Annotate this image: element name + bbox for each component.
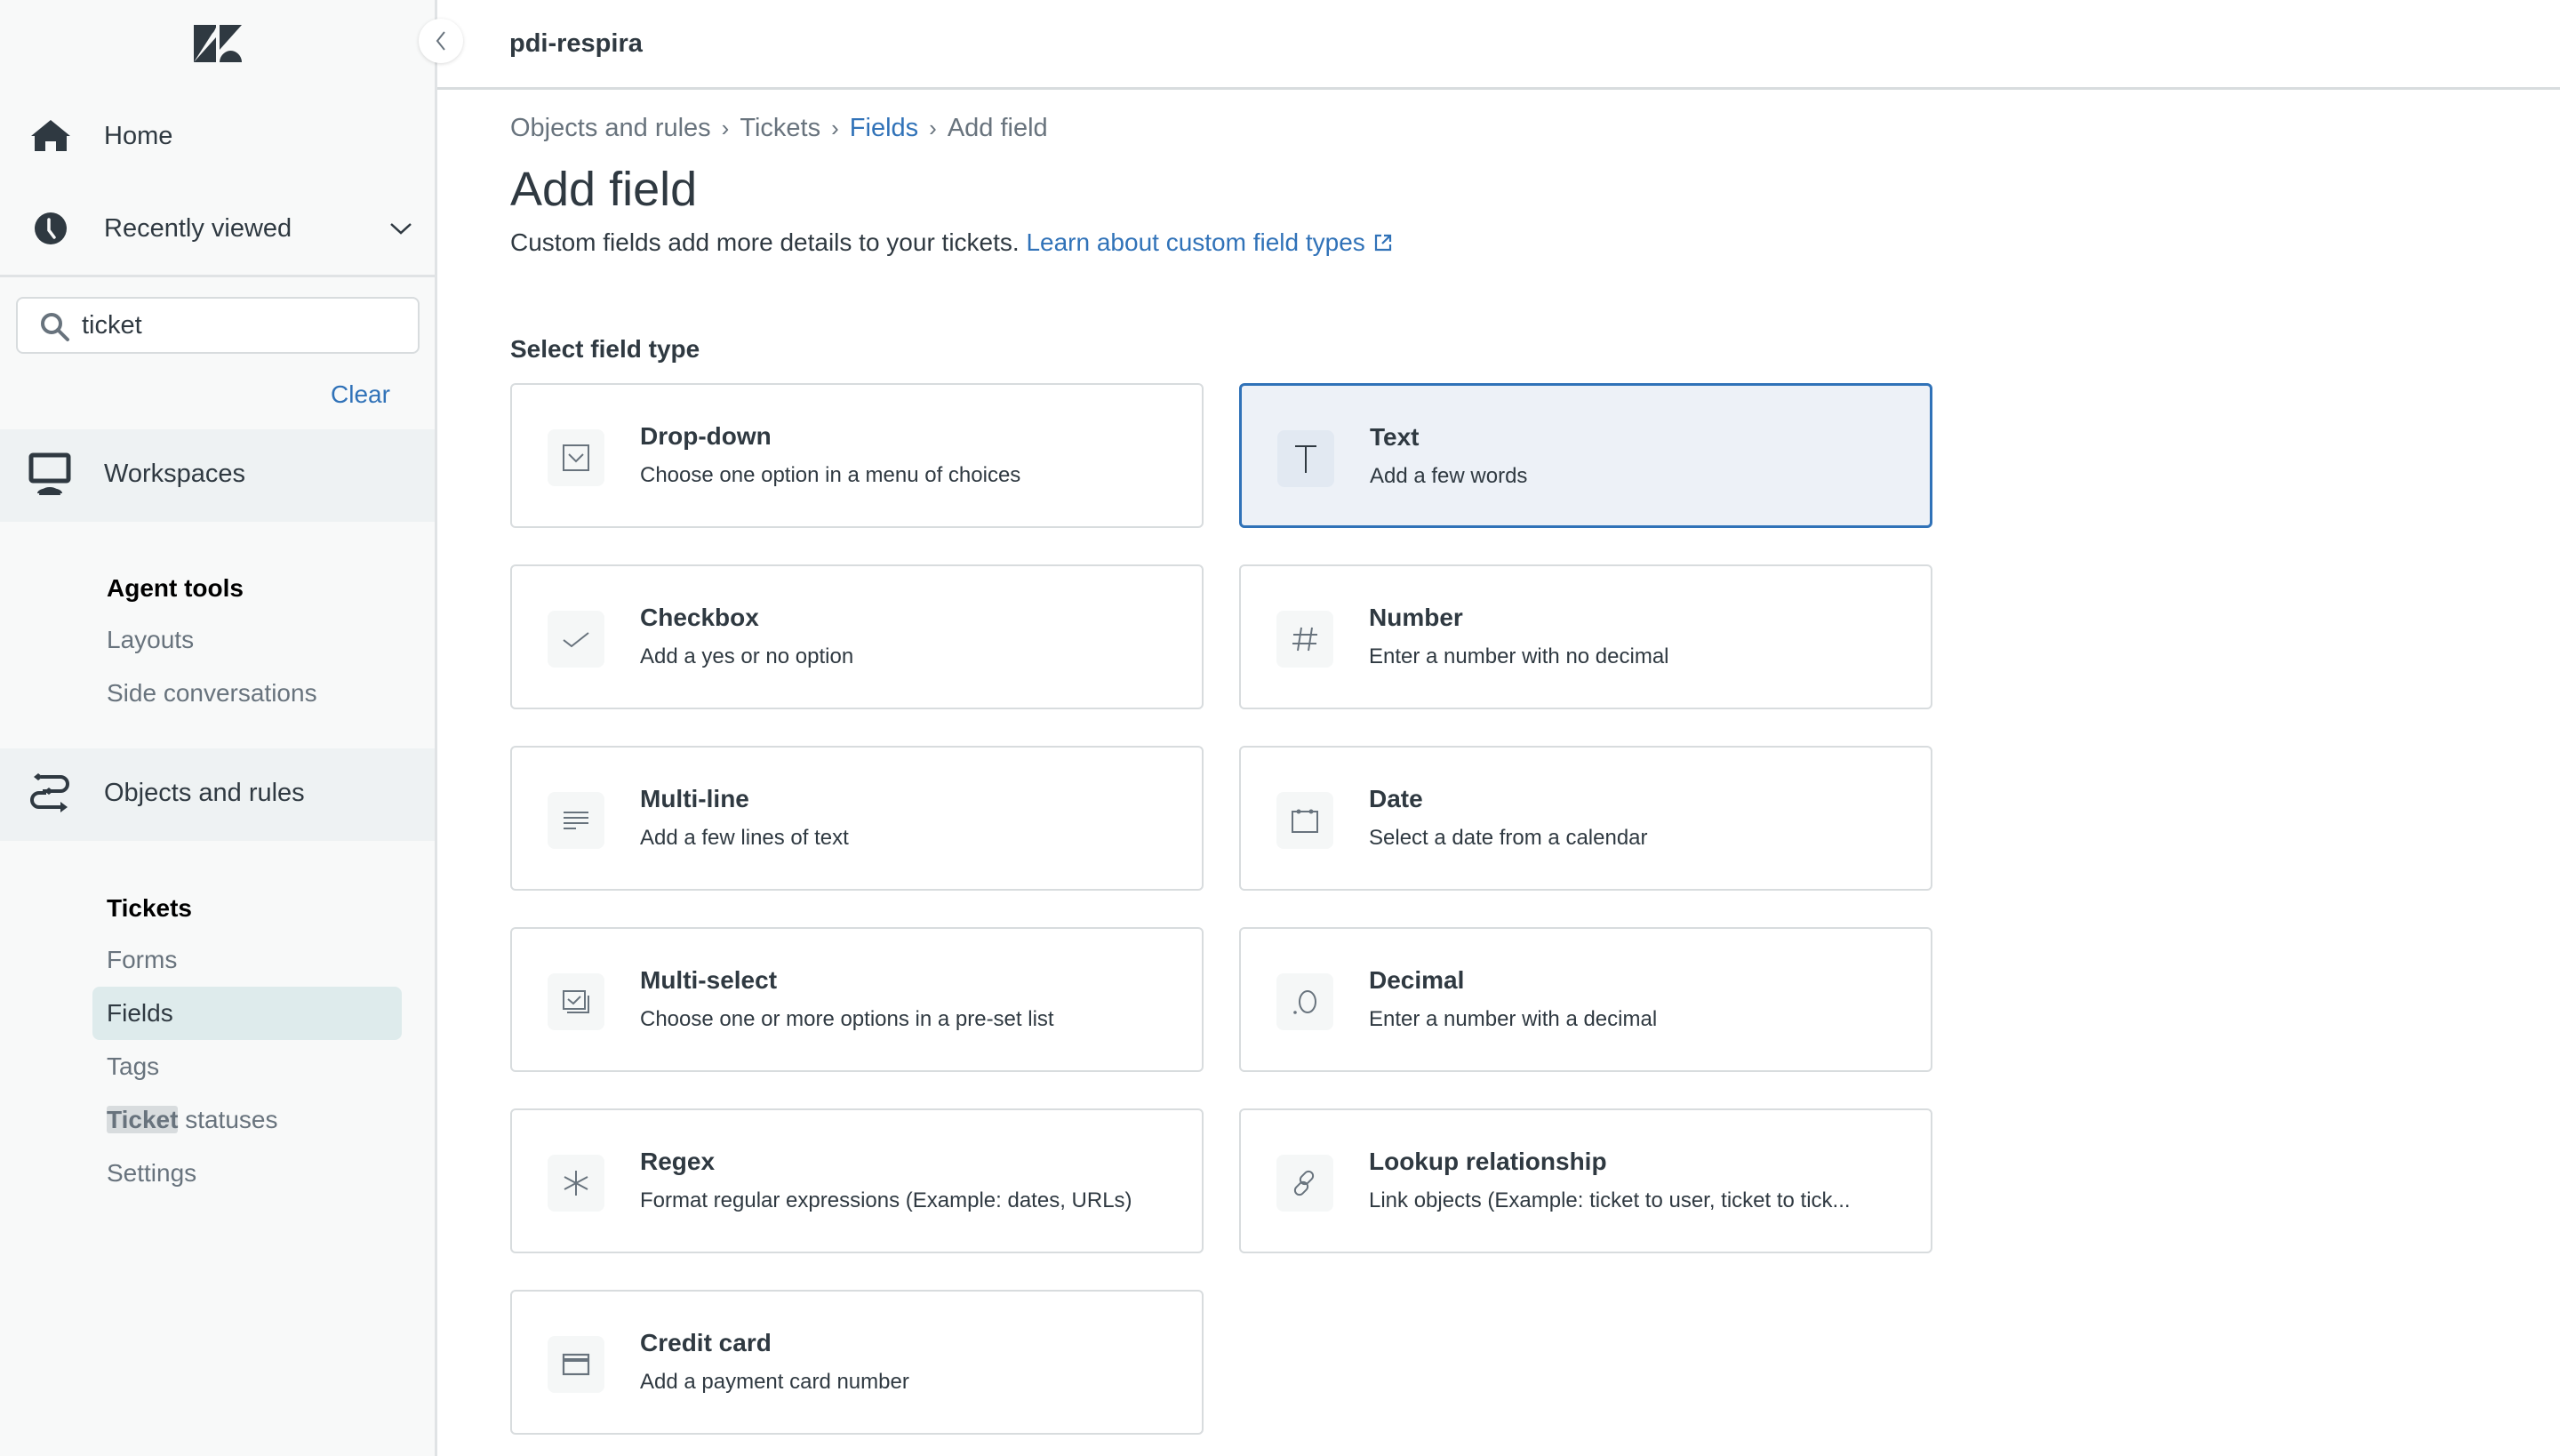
nav-recently-viewed[interactable]: Recently viewed xyxy=(0,193,435,264)
sidebar: Home Recently viewed Clear Workspaces Ag… xyxy=(0,0,437,1456)
calendar-icon xyxy=(1276,792,1333,849)
field-type-card-date[interactable]: Date Select a date from a calendar xyxy=(1239,746,1932,891)
nav-workspaces-label: Workspaces xyxy=(104,460,246,488)
field-type-card-checkbox[interactable]: Checkbox Add a yes or no option xyxy=(510,564,1204,709)
text-icon xyxy=(1277,430,1334,487)
field-type-description: Choose one option in a menu of choices xyxy=(640,463,1021,487)
field-type-card-lookup-relationship[interactable]: Lookup relationship Link objects (Example… xyxy=(1239,1108,1932,1253)
link-icon xyxy=(1276,1155,1333,1212)
checkmark-icon xyxy=(548,611,604,668)
field-type-card-text[interactable]: Text Add a few words xyxy=(1239,383,1932,528)
agent-tools-heading: Agent tools xyxy=(107,574,244,602)
multiline-icon xyxy=(548,792,604,849)
sidebar-divider xyxy=(0,275,435,277)
sidebar-item-settings[interactable]: Settings xyxy=(107,1159,196,1188)
sidebar-item-fields[interactable]: Fields xyxy=(107,999,173,1028)
objects-rules-icon xyxy=(30,773,69,812)
field-type-title: Credit card xyxy=(640,1329,772,1356)
field-type-title: Multi-select xyxy=(640,966,778,994)
field-type-title: Date xyxy=(1369,785,1423,812)
field-type-description: Add a payment card number xyxy=(640,1370,909,1394)
decimal-icon xyxy=(1276,973,1333,1030)
hash-icon xyxy=(1276,611,1333,668)
page-description-text: Custom fields add more details to your t… xyxy=(510,228,1020,256)
learn-custom-field-types-link[interactable]: Learn about custom field types xyxy=(1026,228,1393,256)
field-type-card-multi-line[interactable]: Multi-line Add a few lines of text xyxy=(510,746,1204,891)
sidebar-search[interactable] xyxy=(16,297,420,354)
field-type-card-regex[interactable]: Regex Format regular expressions (Example… xyxy=(510,1108,1204,1253)
multiselect-icon xyxy=(548,973,604,1030)
credit-card-icon xyxy=(548,1336,604,1393)
monitor-icon xyxy=(28,452,71,495)
field-type-title: Text xyxy=(1370,423,1420,451)
top-header: pdi-respira xyxy=(437,0,2560,90)
page-description: Custom fields add more details to your t… xyxy=(510,228,1394,257)
field-type-description: Add a few words xyxy=(1370,464,1528,488)
nav-home[interactable]: Home xyxy=(0,100,435,172)
field-type-description: Select a date from a calendar xyxy=(1369,826,1648,850)
breadcrumb-add-field: Add field xyxy=(947,114,1048,142)
instance-name: pdi-respira xyxy=(509,29,643,58)
collapse-sidebar-button[interactable] xyxy=(419,19,463,63)
field-type-description: Link objects (Example: ticket to user, t… xyxy=(1369,1188,1851,1212)
nav-home-label: Home xyxy=(104,121,173,150)
field-type-title: Regex xyxy=(640,1148,716,1175)
field-type-description: Enter a number with a decimal xyxy=(1369,1007,1658,1031)
field-type-card-multi-select[interactable]: Multi-select Choose one or more options i… xyxy=(510,927,1204,1072)
asterisk-icon xyxy=(548,1155,604,1212)
sidebar-item-side-conversations[interactable]: Side conversations xyxy=(107,679,317,708)
sidebar-item-tags[interactable]: Tags xyxy=(107,1052,159,1081)
home-icon xyxy=(30,116,71,156)
field-type-description: Enter a number with no decimal xyxy=(1369,644,1669,668)
chevron-right-icon: › xyxy=(831,115,839,141)
field-type-description: Add a yes or no option xyxy=(640,644,854,668)
nav-recently-viewed-label: Recently viewed xyxy=(104,213,292,243)
field-type-card-credit-card[interactable]: Credit card Add a payment card number xyxy=(510,1290,1204,1435)
breadcrumb-fields[interactable]: Fields xyxy=(850,114,918,143)
nav-objects-and-rules[interactable]: Objects and rules xyxy=(0,748,435,841)
field-type-card-drop-down[interactable]: Drop-down Choose one option in a menu of … xyxy=(510,383,1204,528)
chevron-right-icon: › xyxy=(929,115,937,141)
select-field-type-label: Select field type xyxy=(510,335,700,363)
field-type-title: Decimal xyxy=(1369,966,1465,994)
chevron-right-icon: › xyxy=(721,115,730,141)
nav-workspaces[interactable]: Workspaces xyxy=(0,429,435,522)
clear-search-button[interactable]: Clear xyxy=(331,380,390,409)
breadcrumb-tickets[interactable]: Tickets xyxy=(740,114,820,143)
field-type-description: Add a few lines of text xyxy=(640,826,849,850)
field-type-title: Multi-line xyxy=(640,785,749,812)
search-icon xyxy=(41,313,69,341)
field-type-description: Choose one or more options in a pre-set … xyxy=(640,1007,1054,1031)
learn-link-label: Learn about custom field types xyxy=(1026,228,1365,256)
field-type-card-number[interactable]: Number Enter a number with no decimal xyxy=(1239,564,1932,709)
zendesk-logo[interactable] xyxy=(194,25,242,62)
sidebar-item-ticket-statuses[interactable]: Ticket statuses xyxy=(107,1106,277,1134)
chevron-down-icon[interactable] xyxy=(388,215,414,242)
nav-objects-and-rules-label: Objects and rules xyxy=(104,779,305,807)
field-type-card-decimal[interactable]: Decimal Enter a number with a decimal xyxy=(1239,927,1932,1072)
dropdown-icon xyxy=(548,429,604,486)
page-title: Add field xyxy=(510,163,698,216)
search-match-highlight: Ticket xyxy=(107,1106,179,1133)
field-type-title: Checkbox xyxy=(640,604,759,631)
breadcrumb: Objects and rules › Tickets › Fields › A… xyxy=(510,114,1048,143)
field-type-description: Format regular expressions (Example: dat… xyxy=(640,1188,1132,1212)
field-type-title: Drop-down xyxy=(640,422,772,450)
sidebar-item-forms[interactable]: Forms xyxy=(107,946,177,974)
sidebar-item-layouts[interactable]: Layouts xyxy=(107,626,194,654)
external-link-icon xyxy=(1374,234,1391,252)
field-type-title: Lookup relationship xyxy=(1369,1148,1607,1175)
clock-icon xyxy=(30,208,71,249)
chevron-left-icon xyxy=(436,31,445,51)
ticket-statuses-rest: statuses xyxy=(178,1106,278,1133)
field-type-title: Number xyxy=(1369,604,1463,631)
breadcrumb-objects-and-rules[interactable]: Objects and rules xyxy=(510,114,711,143)
search-input[interactable] xyxy=(82,308,402,343)
tickets-heading: Tickets xyxy=(107,894,192,922)
